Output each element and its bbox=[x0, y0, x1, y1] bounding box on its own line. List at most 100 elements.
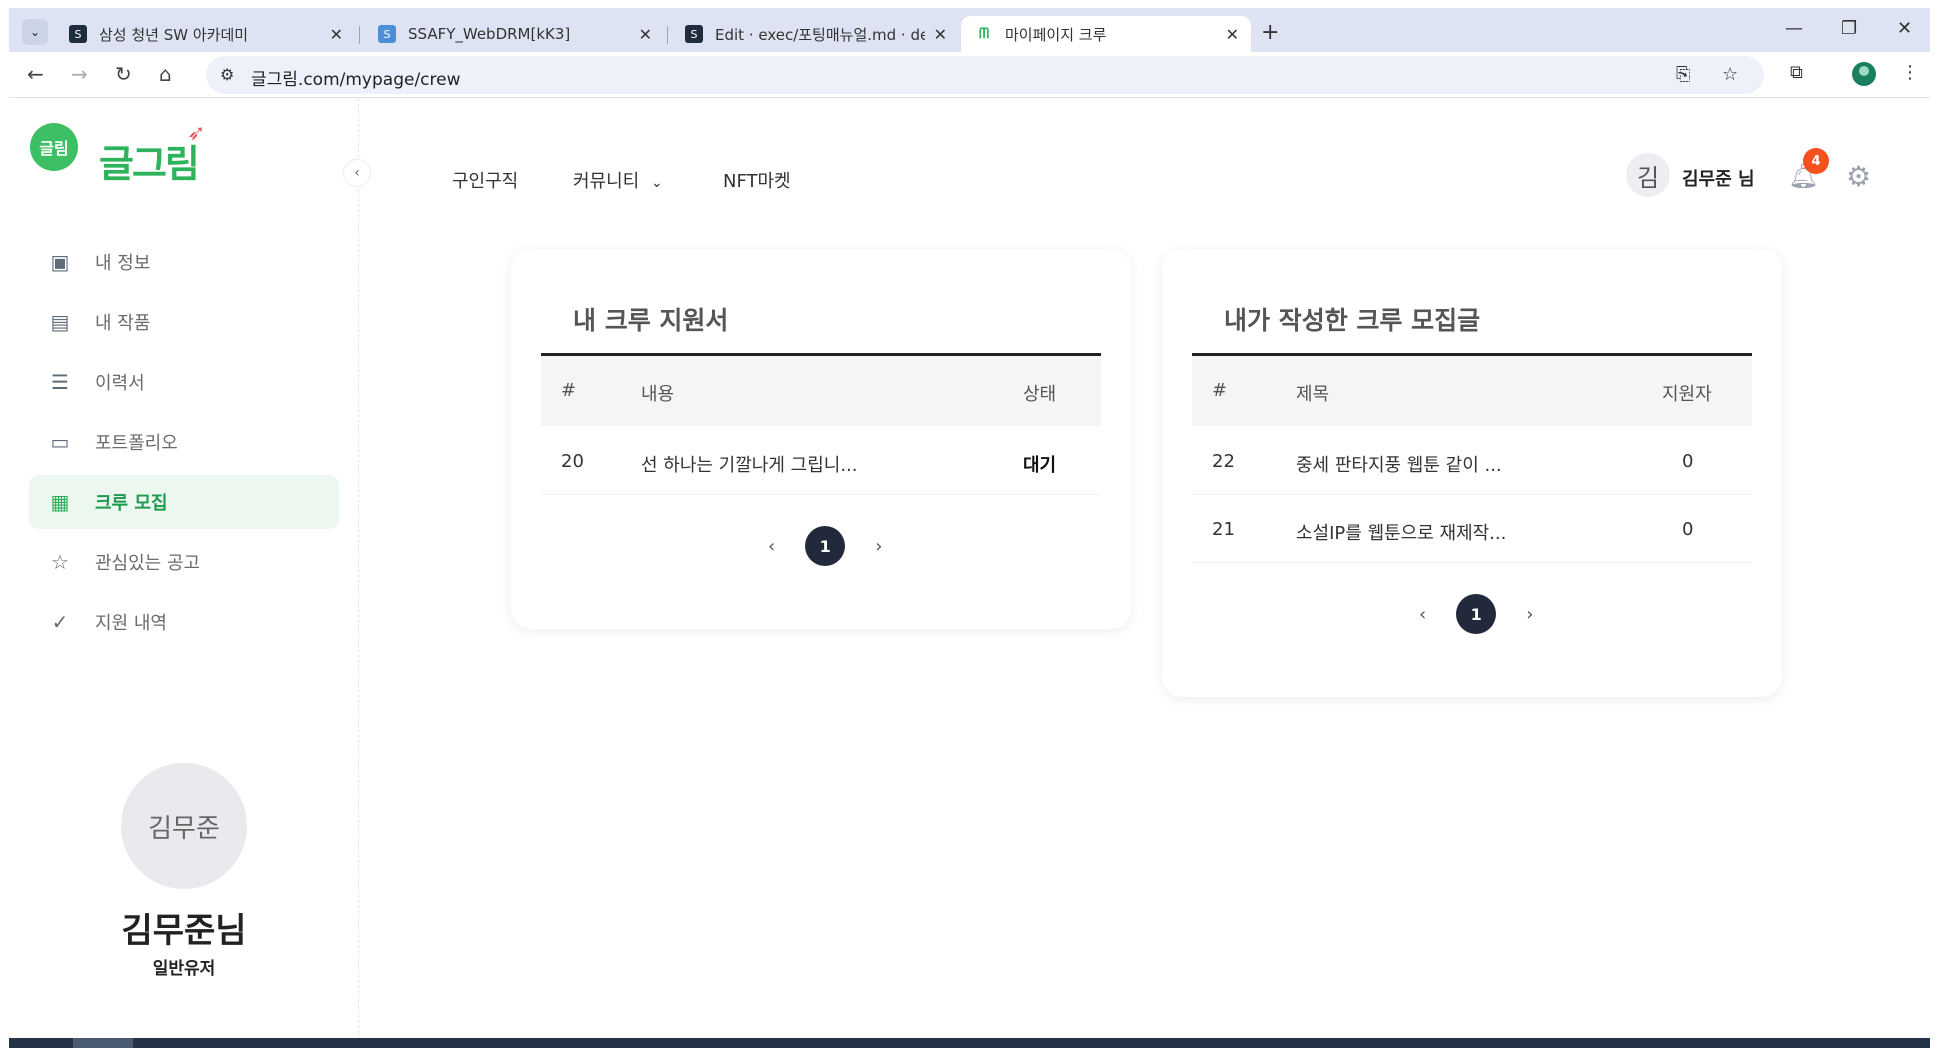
recruitments-title: 내가 작성한 크루 모집글 bbox=[1224, 306, 1481, 335]
tab-favicon-icon: ᗰ bbox=[978, 26, 990, 42]
install-app-icon[interactable]: ⎘ bbox=[1676, 64, 1690, 85]
tab-title: 삼성 청년 SW 아카데미 bbox=[99, 25, 249, 44]
home-icon[interactable]: ⌂ bbox=[159, 62, 172, 86]
sidebar-item-applications[interactable]: ✓ 지원 내역 bbox=[29, 595, 339, 649]
sidebar-item-label: 관심있는 공고 bbox=[95, 553, 201, 574]
user-name[interactable]: 김무준 님 bbox=[1682, 165, 1755, 191]
calendar-icon: ▦ bbox=[50, 490, 70, 514]
tab-search-button[interactable]: ⌄ bbox=[22, 19, 48, 45]
next-page-icon[interactable]: › bbox=[875, 536, 882, 557]
rocket-icon: ➶ bbox=[187, 121, 206, 146]
sidebar-item-favorites[interactable]: ☆ 관심있는 공고 bbox=[29, 535, 339, 589]
presentation-icon: ▭ bbox=[50, 430, 70, 454]
column-header: 내용 bbox=[641, 384, 675, 405]
extensions-icon[interactable]: ⧉ bbox=[1790, 62, 1803, 83]
pagination: ‹ 1 › bbox=[1419, 594, 1533, 634]
table-header: # 제목 지원자 bbox=[1192, 356, 1752, 426]
person-card-icon: ▣ bbox=[50, 250, 70, 274]
column-header: 지원자 bbox=[1662, 384, 1712, 405]
sidebar-item-label: 내 정보 bbox=[95, 253, 151, 274]
column-header: 상태 bbox=[1023, 384, 1057, 405]
tab-separator bbox=[667, 26, 668, 44]
row-content[interactable]: 선 하나는 기깔나게 그립니... bbox=[641, 451, 858, 477]
user-avatar[interactable]: 김 bbox=[1626, 153, 1670, 197]
site-settings-icon[interactable]: ⚙ bbox=[220, 65, 234, 84]
sidebar-item-label: 내 작품 bbox=[95, 313, 151, 334]
collapse-sidebar-button[interactable]: ‹ bbox=[343, 159, 371, 187]
sidebar: 글림 글그림 ➶ ▣ 내 정보 ▤ 내 작품 ☰ 이력서 ▭ 포트폴리오 ▦ 크… bbox=[9, 99, 359, 1048]
tab-close-icon[interactable]: ✕ bbox=[1226, 25, 1239, 44]
profile-name: 김무준님 bbox=[121, 911, 247, 951]
taskbar bbox=[9, 1038, 1930, 1048]
profile-avatar-icon[interactable] bbox=[1852, 62, 1876, 86]
pagination: ‹ 1 › bbox=[768, 526, 882, 566]
profile-role: 일반유저 bbox=[152, 959, 216, 979]
restore-icon[interactable]: ❐ bbox=[1841, 18, 1857, 39]
column-header: 제목 bbox=[1296, 384, 1330, 405]
tab-close-icon[interactable]: ✕ bbox=[934, 25, 947, 44]
browser-tab-active[interactable]: ᗰ 마이페이지 크루 ✕ bbox=[961, 16, 1251, 52]
row-title[interactable]: 중세 판타지풍 웹툰 같이 ... bbox=[1296, 451, 1502, 477]
table-row[interactable]: 22 중세 판타지풍 웹툰 같이 ... 0 bbox=[1192, 427, 1752, 495]
table-row[interactable]: 21 소설IP를 웹툰으로 재제작... 0 bbox=[1192, 495, 1752, 563]
logo-mark[interactable]: 글림 bbox=[30, 123, 78, 171]
sidebar-item-label: 지원 내역 bbox=[95, 613, 167, 634]
row-id: 22 bbox=[1212, 451, 1235, 472]
nav-community[interactable]: 커뮤니티 ⌄ bbox=[573, 167, 663, 193]
table-row[interactable]: 20 선 하나는 기깔나게 그립니... 대기 bbox=[541, 427, 1101, 495]
page-number[interactable]: 1 bbox=[1456, 594, 1497, 634]
forward-icon[interactable]: → bbox=[71, 62, 88, 86]
tab-title: Edit · exec/포팅매뉴얼.md · de bbox=[715, 25, 925, 44]
sidebar-item-my-works[interactable]: ▤ 내 작품 bbox=[29, 295, 339, 349]
tab-separator bbox=[359, 26, 360, 44]
column-header: # bbox=[1212, 380, 1228, 401]
tab-strip: ⌄ S 삼성 청년 SW 아카데미 ✕ S SSAFY_WebDRM[kK3] … bbox=[9, 8, 1930, 52]
row-title[interactable]: 소설IP를 웹툰으로 재제작... bbox=[1296, 519, 1506, 545]
sidebar-item-my-info[interactable]: ▣ 내 정보 bbox=[29, 235, 339, 289]
column-header: # bbox=[561, 380, 577, 401]
check-circle-icon: ✓ bbox=[51, 610, 69, 634]
prev-page-icon[interactable]: ‹ bbox=[768, 536, 775, 557]
row-id: 20 bbox=[561, 451, 584, 472]
tab-title: 마이페이지 크루 bbox=[1005, 25, 1107, 44]
tab-title: SSAFY_WebDRM[kK3] bbox=[408, 25, 571, 43]
browser-tab[interactable]: S SSAFY_WebDRM[kK3] ✕ bbox=[364, 16, 664, 52]
bookmark-star-icon[interactable]: ☆ bbox=[1722, 64, 1738, 85]
tab-favicon-icon: S bbox=[378, 25, 396, 43]
tab-close-icon[interactable]: ✕ bbox=[330, 25, 343, 44]
next-page-icon[interactable]: › bbox=[1526, 604, 1533, 625]
url-text: 글그림.com/mypage/crew bbox=[251, 70, 461, 90]
table-header: # 내용 상태 bbox=[541, 356, 1101, 426]
logo-text[interactable]: 글그림 bbox=[99, 133, 200, 188]
resume-list-icon: ☰ bbox=[51, 370, 69, 394]
profile-avatar[interactable]: 김무준 bbox=[121, 763, 247, 889]
prev-page-icon[interactable]: ‹ bbox=[1419, 604, 1426, 625]
nav-community-label: 커뮤니티 bbox=[573, 171, 640, 192]
browser-toolbar: ← → ↻ ⌂ ⚙ 글그림.com/mypage/crew ⎘ ☆ ⧉ ⋮ bbox=[9, 52, 1930, 98]
page-number[interactable]: 1 bbox=[805, 526, 846, 566]
gear-icon[interactable]: ⚙ bbox=[1846, 160, 1871, 193]
minimize-icon[interactable]: — bbox=[1785, 18, 1803, 39]
nav-nft-market[interactable]: NFT마켓 bbox=[723, 167, 791, 193]
address-bar[interactable]: ⚙ 글그림.com/mypage/crew ⎘ ☆ bbox=[206, 56, 1764, 94]
sidebar-item-crew-recruit[interactable]: ▦ 크루 모집 bbox=[29, 475, 339, 529]
back-icon[interactable]: ← bbox=[27, 62, 44, 86]
reload-icon[interactable]: ↻ bbox=[115, 62, 132, 86]
browser-window: ⌄ S 삼성 청년 SW 아카데미 ✕ S SSAFY_WebDRM[kK3] … bbox=[9, 8, 1930, 1048]
chevron-down-icon: ⌄ bbox=[650, 175, 663, 191]
taskbar-item[interactable] bbox=[73, 1038, 133, 1048]
browser-tab[interactable]: S 삼성 청년 SW 아카데미 ✕ bbox=[55, 16, 355, 52]
window-close-icon[interactable]: ✕ bbox=[1897, 18, 1912, 39]
new-tab-button[interactable]: + bbox=[1261, 20, 1279, 45]
applications-title: 내 크루 지원서 bbox=[573, 306, 729, 335]
row-applicants: 0 bbox=[1682, 451, 1694, 472]
sidebar-item-label: 크루 모집 bbox=[95, 493, 168, 514]
tab-favicon-icon: S bbox=[685, 25, 703, 43]
sidebar-item-resume[interactable]: ☰ 이력서 bbox=[29, 355, 339, 409]
nav-job-board[interactable]: 구인구직 bbox=[452, 167, 518, 193]
archive-box-icon: ▤ bbox=[50, 310, 70, 334]
browser-tab[interactable]: S Edit · exec/포팅매뉴얼.md · de ✕ bbox=[671, 16, 959, 52]
tab-close-icon[interactable]: ✕ bbox=[639, 25, 652, 44]
browser-menu-icon[interactable]: ⋮ bbox=[1901, 62, 1919, 83]
sidebar-item-portfolio[interactable]: ▭ 포트폴리오 bbox=[29, 415, 339, 469]
